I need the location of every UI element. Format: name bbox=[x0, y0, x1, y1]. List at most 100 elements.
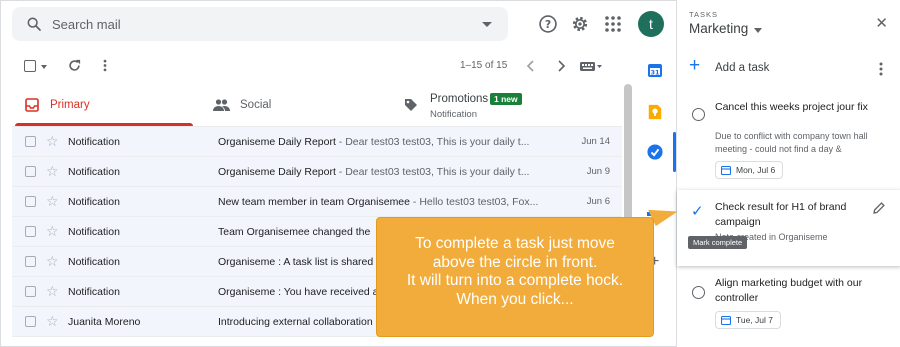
row-checkbox[interactable] bbox=[25, 196, 36, 207]
email-snippet: - Hello test03 test03, Fox... bbox=[410, 196, 539, 208]
help-icon[interactable]: ? bbox=[538, 14, 558, 34]
select-all-checkbox[interactable] bbox=[24, 60, 36, 72]
people-icon bbox=[213, 99, 230, 111]
mark-complete-check-icon[interactable]: ✓ bbox=[691, 202, 704, 220]
search-input[interactable]: Search mail bbox=[52, 17, 121, 32]
callout-line: When you click... bbox=[456, 290, 574, 308]
email-date: Jun 9 bbox=[586, 166, 610, 177]
email-sender: Notification bbox=[68, 286, 120, 298]
email-subject: Introducing external collaboration bbox=[218, 316, 373, 328]
tab-promotions[interactable]: Promotions Notification bbox=[400, 84, 622, 126]
row-checkbox[interactable] bbox=[25, 316, 36, 327]
email-row[interactable]: ☆ Notification New team member in team O… bbox=[12, 187, 622, 217]
svg-text:31: 31 bbox=[650, 69, 660, 77]
callout-line: It will turn into a complete hock. bbox=[406, 272, 624, 289]
row-checkbox[interactable] bbox=[25, 166, 36, 177]
email-subject-line: Organiseme Daily Report - Dear test03 te… bbox=[218, 136, 578, 148]
more-vert-icon[interactable] bbox=[878, 62, 884, 76]
email-sender: Notification bbox=[68, 166, 120, 178]
tab-promotions-sublabel: Notification bbox=[430, 109, 477, 120]
keyboard-icon[interactable] bbox=[580, 61, 602, 72]
tasks-icon[interactable] bbox=[647, 144, 663, 160]
email-subject: Organiseme Daily Report bbox=[218, 166, 336, 178]
email-sender: Notification bbox=[68, 256, 120, 268]
email-sender: Notification bbox=[68, 136, 120, 148]
row-checkbox[interactable] bbox=[25, 136, 36, 147]
email-subject-line: New team member in team Organisemee - He… bbox=[218, 196, 578, 208]
avatar[interactable]: t bbox=[638, 11, 664, 37]
select-caret-icon[interactable] bbox=[41, 65, 47, 69]
add-task-label: Add a task bbox=[715, 62, 770, 74]
refresh-icon[interactable] bbox=[67, 58, 82, 73]
email-row[interactable]: ☆ Notification Organiseme Daily Report -… bbox=[12, 127, 622, 157]
due-date-label: Mon, Jul 6 bbox=[736, 165, 776, 175]
email-sender: Notification bbox=[68, 226, 120, 238]
email-row[interactable]: ☆ Notification Organiseme Daily Report -… bbox=[12, 157, 622, 187]
due-date-chip[interactable]: Tue, Jul 7 bbox=[715, 311, 782, 329]
star-icon[interactable]: ☆ bbox=[46, 313, 59, 330]
inbox-icon bbox=[25, 98, 39, 112]
email-subject: Organiseme : You have received a bbox=[218, 286, 379, 298]
star-icon[interactable]: ☆ bbox=[46, 163, 59, 180]
email-sender: Juanita Moreno bbox=[68, 316, 141, 328]
pager-count: 1–15 of 15 bbox=[460, 60, 508, 71]
due-date-label: Tue, Jul 7 bbox=[736, 315, 774, 325]
more-vert-icon[interactable] bbox=[101, 58, 109, 73]
tab-primary[interactable]: Primary bbox=[15, 84, 193, 126]
star-icon[interactable]: ☆ bbox=[46, 253, 59, 270]
row-checkbox[interactable] bbox=[25, 256, 36, 267]
task-title: Check result for H1 of brand campaign bbox=[715, 201, 847, 228]
new-count-badge: 1 new bbox=[490, 93, 522, 105]
calendar-icon bbox=[721, 165, 731, 175]
email-date: Jun 14 bbox=[581, 136, 610, 147]
star-icon[interactable]: ☆ bbox=[46, 133, 59, 150]
chevron-down-icon[interactable] bbox=[754, 28, 762, 33]
keep-icon[interactable] bbox=[647, 104, 663, 120]
row-checkbox[interactable] bbox=[25, 286, 36, 297]
task-note: Due to conflict with company town hall m… bbox=[715, 131, 868, 154]
row-checkbox[interactable] bbox=[25, 226, 36, 237]
task-item[interactable]: Align marketing budget with our controll… bbox=[677, 270, 900, 347]
tab-social[interactable]: Social bbox=[205, 84, 395, 126]
search-icon bbox=[27, 17, 41, 31]
edit-pencil-icon[interactable] bbox=[873, 202, 885, 214]
email-subject: New team member in team Organisemee bbox=[218, 196, 410, 208]
tasks-panel: TASKS Marketing ✕ + Add a task Cancel th… bbox=[676, 0, 900, 347]
chevron-left-icon[interactable] bbox=[526, 60, 536, 72]
tag-icon bbox=[405, 99, 417, 111]
email-snippet: - Dear test03 test03, This is your daily… bbox=[335, 136, 530, 148]
due-date-chip[interactable]: Mon, Jul 6 bbox=[715, 161, 784, 179]
star-icon[interactable]: ☆ bbox=[46, 193, 59, 210]
callout-line: above the circle in front. bbox=[432, 253, 598, 271]
task-complete-circle[interactable] bbox=[692, 108, 705, 121]
calendar-icon[interactable]: 31 bbox=[647, 62, 663, 78]
task-list-selector[interactable]: Marketing bbox=[689, 21, 748, 36]
email-subject: Team Organisemee changed the bbox=[218, 226, 371, 238]
gear-icon[interactable] bbox=[570, 14, 590, 34]
task-complete-circle[interactable] bbox=[692, 286, 705, 299]
star-icon[interactable]: ☆ bbox=[46, 283, 59, 300]
email-snippet: - Dear test03 test03, This is your daily… bbox=[335, 166, 530, 178]
star-icon[interactable]: ☆ bbox=[46, 223, 59, 240]
apps-grid-icon[interactable] bbox=[604, 15, 622, 33]
search-bar[interactable]: Search mail bbox=[12, 7, 508, 41]
task-item[interactable]: Cancel this weeks project jour fix Due t… bbox=[677, 96, 900, 182]
search-options-caret-icon[interactable] bbox=[482, 22, 492, 27]
tab-primary-label: Primary bbox=[50, 99, 90, 111]
close-icon[interactable]: ✕ bbox=[875, 14, 888, 32]
email-subject: Organiseme Daily Report bbox=[218, 136, 336, 148]
email-subject-line: Organiseme Daily Report - Dear test03 te… bbox=[218, 166, 578, 178]
email-subject: Organiseme : A task list is shared bbox=[218, 256, 374, 268]
mark-complete-tooltip: Mark complete bbox=[688, 236, 748, 249]
chevron-right-icon[interactable] bbox=[556, 60, 566, 72]
tab-social-label: Social bbox=[240, 99, 272, 111]
task-title: Align marketing budget with our controll… bbox=[715, 277, 863, 304]
task-item[interactable]: ✓ Check result for H1 of brand campaign … bbox=[677, 190, 900, 266]
instruction-callout: To complete a task just move above the c… bbox=[376, 217, 654, 337]
tab-promotions-label: Promotions bbox=[430, 93, 489, 105]
calendar-icon bbox=[721, 315, 731, 325]
task-title: Cancel this weeks project jour fix bbox=[715, 101, 868, 113]
plus-icon: + bbox=[689, 55, 701, 76]
email-date: Jun 6 bbox=[586, 196, 610, 207]
email-sender: Notification bbox=[68, 196, 120, 208]
